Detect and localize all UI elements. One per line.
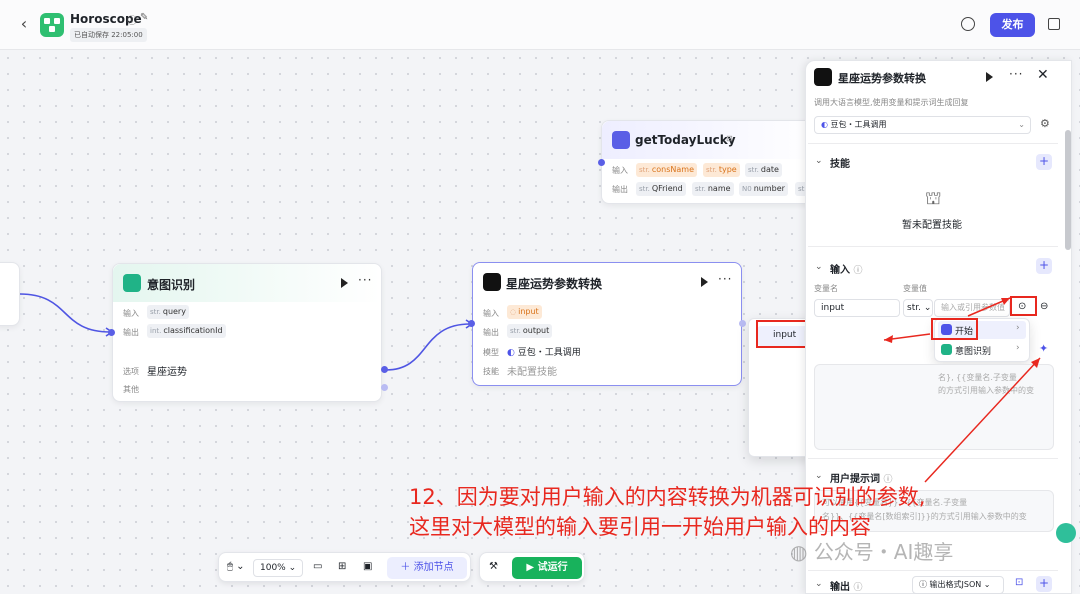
layout-icon[interactable]: ⊞ bbox=[338, 561, 346, 572]
comment-icon[interactable]: ▭ bbox=[313, 561, 322, 572]
annotation-line-1: 12、因为要对用户输入的内容转换为机器可识别的参数, bbox=[409, 485, 926, 509]
zoom-select[interactable]: 100% ⌄ bbox=[253, 559, 303, 577]
arrow-head bbox=[884, 335, 893, 343]
wechat-icon: ◍ bbox=[790, 540, 808, 564]
minimap-icon[interactable]: ▣ bbox=[363, 561, 372, 572]
mouse-mode-icon[interactable]: 🖱 ⌄ bbox=[227, 561, 245, 572]
run-toolbar: ⚒ ▶ 试运行 bbox=[479, 552, 585, 582]
arrow-line bbox=[924, 357, 1041, 483]
watermark: ◍ 公众号・AI趣享 bbox=[790, 540, 954, 564]
floating-assistant-icon[interactable] bbox=[1056, 523, 1076, 543]
add-node-button[interactable]: ＋ 添加节点 bbox=[387, 557, 467, 579]
test-run-button[interactable]: ▶ 试运行 bbox=[512, 557, 582, 579]
debug-tool-icon[interactable]: ⚒ bbox=[489, 561, 498, 572]
canvas-toolbar: 🖱 ⌄ 100% ⌄ ▭ ⊞ ▣ ＋ 添加节点 bbox=[218, 552, 471, 582]
